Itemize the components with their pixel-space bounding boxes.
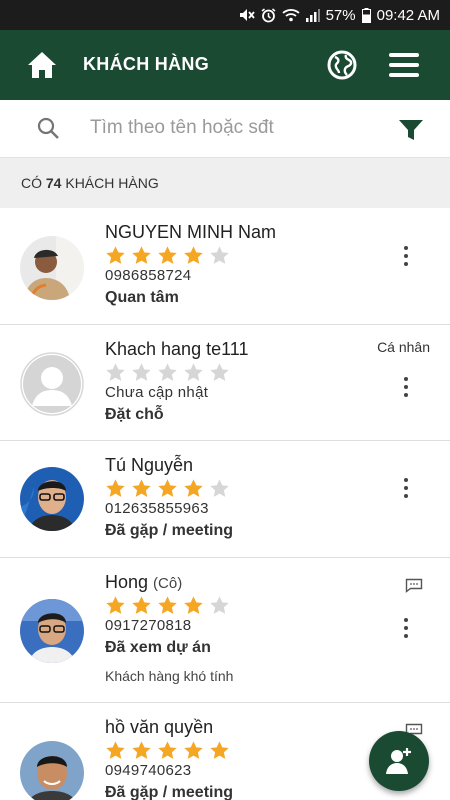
customer-name: Khach hang te111 (105, 339, 249, 359)
app-bar: KHÁCH HÀNG (0, 30, 450, 100)
rating-stars (105, 245, 230, 266)
customer-row[interactable]: Hong (Cô) 0917270818 Đã xem dự án Khách … (0, 558, 450, 703)
count-suffix: KHÁCH HÀNG (65, 175, 159, 191)
customer-note: Khách hàng khó tính (105, 668, 234, 684)
star-filled-icon (106, 479, 125, 497)
alarm-icon (261, 7, 276, 23)
star-filled-icon (106, 596, 125, 614)
customer-list: NGUYEN MINH Nam 0986858724 Quan tâm Khac… (0, 208, 450, 800)
star-empty-icon (210, 246, 229, 264)
customer-status: Đã gặp / meeting (105, 784, 234, 800)
star-empty-icon (184, 363, 203, 381)
avatar (20, 467, 84, 531)
star-filled-icon (210, 741, 229, 759)
avatar (20, 352, 84, 416)
more-vert-icon[interactable] (398, 478, 414, 498)
signal-icon (305, 8, 320, 22)
customer-type-tag: Cá nhân (377, 339, 430, 355)
customer-phone: 0949740623 (105, 762, 192, 779)
customer-name: NGUYEN MINH Nam (105, 222, 277, 242)
star-filled-icon (158, 596, 177, 614)
status-bar: 57% 09:42 AM (0, 0, 450, 30)
customer-row[interactable]: Tú Nguyễn 012635855963 Đã gặp / meeting (0, 441, 450, 558)
search-icon (36, 116, 60, 140)
customer-row[interactable]: NGUYEN MINH Nam 0986858724 Quan tâm (0, 208, 450, 325)
rating-stars (105, 362, 230, 383)
customer-name: Tú Nguyễn (105, 455, 194, 475)
star-filled-icon (132, 596, 151, 614)
page-title: KHÁCH HÀNG (83, 54, 209, 74)
star-filled-icon (158, 479, 177, 497)
star-filled-icon (132, 741, 151, 759)
globe-icon[interactable] (326, 49, 358, 81)
star-filled-icon (184, 246, 203, 264)
count-value: 74 (45, 175, 62, 191)
customer-status: Quan tâm (105, 289, 179, 306)
star-filled-icon (106, 246, 125, 264)
customer-name: hồ văn quyền (105, 717, 214, 737)
star-empty-icon (210, 363, 229, 381)
more-vert-icon[interactable] (398, 246, 414, 266)
customer-phone: 012635855963 (105, 500, 209, 517)
star-filled-icon (184, 479, 203, 497)
customer-phone: 0986858724 (105, 267, 192, 284)
search-input[interactable] (90, 113, 370, 143)
wifi-icon (281, 8, 300, 22)
mute-icon (239, 8, 255, 22)
star-empty-icon (210, 596, 229, 614)
battery-percent: 57% (325, 6, 356, 24)
customer-phone: Chưa cập nhật (105, 384, 209, 401)
avatar (20, 741, 84, 800)
star-filled-icon (132, 479, 151, 497)
customer-salutation: (Cô) (153, 575, 183, 592)
filter-icon[interactable] (398, 119, 424, 141)
count-prefix: CÓ (21, 175, 42, 191)
battery-icon (361, 7, 371, 23)
star-empty-icon (106, 363, 125, 381)
avatar (20, 599, 84, 663)
star-filled-icon (184, 596, 203, 614)
star-empty-icon (158, 363, 177, 381)
menu-icon[interactable] (388, 51, 420, 79)
star-empty-icon (132, 363, 151, 381)
clock: 09:42 AM (376, 6, 440, 24)
customer-phone: 0917270818 (105, 617, 192, 634)
customer-row[interactable]: Khach hang te111 Cá nhân Chưa cập nhật Đ… (0, 325, 450, 441)
rating-stars (105, 740, 230, 761)
status-icons: 57% 09:42 AM (239, 0, 440, 30)
customer-status: Đã gặp / meeting (105, 522, 234, 539)
add-customer-button[interactable] (369, 731, 429, 791)
more-vert-icon[interactable] (398, 618, 414, 638)
customer-status: Đặt chỗ (105, 406, 164, 423)
customer-name: Hong (Cô) (105, 572, 183, 592)
more-vert-icon[interactable] (398, 377, 414, 397)
rating-stars (105, 595, 230, 616)
rating-stars (105, 478, 230, 499)
search-bar (0, 100, 450, 158)
star-empty-icon (210, 479, 229, 497)
star-filled-icon (132, 246, 151, 264)
home-icon[interactable] (26, 50, 58, 80)
star-filled-icon (158, 741, 177, 759)
star-filled-icon (106, 741, 125, 759)
add-person-icon (386, 748, 411, 774)
star-filled-icon (184, 741, 203, 759)
avatar (20, 236, 84, 300)
message-icon[interactable] (405, 578, 423, 593)
customer-count: CÓ 74 KHÁCH HÀNG (21, 175, 159, 191)
star-filled-icon (158, 246, 177, 264)
customer-status: Đã xem dự án (105, 639, 211, 656)
customer-count-bar: CÓ 74 KHÁCH HÀNG (0, 158, 450, 208)
